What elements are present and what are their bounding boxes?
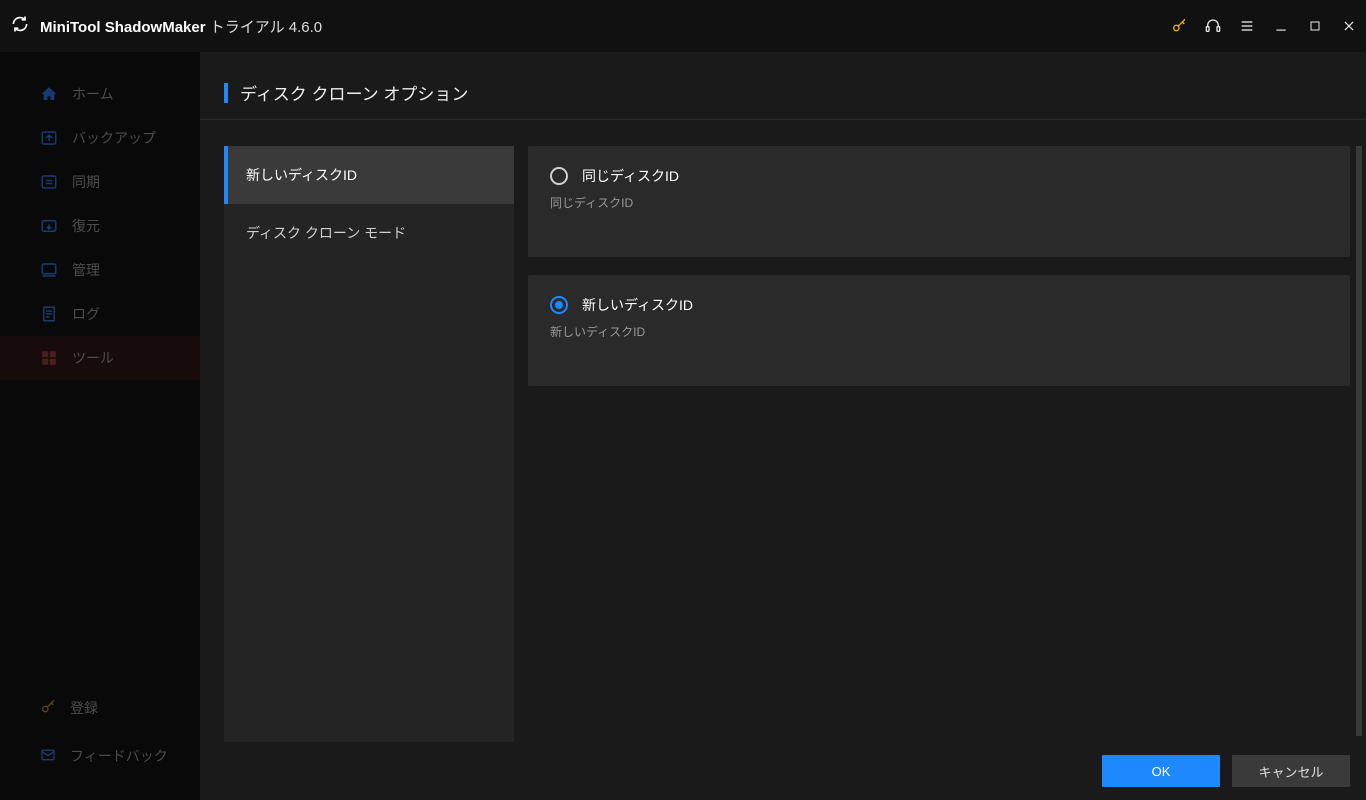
menu-button[interactable]: [1230, 0, 1264, 52]
app-edition: トライアル: [210, 19, 285, 36]
mail-icon: [40, 747, 56, 766]
sidebar-nav: ホーム バックアップ 同期 復元 管理: [0, 72, 200, 380]
sidebar-item-label: 復元: [72, 216, 100, 236]
support-button[interactable]: [1196, 0, 1230, 52]
log-icon: [40, 305, 58, 323]
sidebar-item-label: ホーム: [72, 84, 114, 104]
cancel-button-label: キャンセル: [1258, 762, 1323, 781]
option-desc: 新しいディスクID: [550, 323, 1328, 340]
sidebar-item-sync[interactable]: 同期: [0, 160, 200, 204]
dialog-disk-clone-options: ディスク クローン オプション 新しいディスクID ディスク クローン モード …: [200, 52, 1366, 800]
ok-button[interactable]: OK: [1102, 755, 1220, 787]
category-label: 新しいディスクID: [246, 165, 357, 185]
maximize-button[interactable]: [1298, 0, 1332, 52]
manage-icon: [40, 261, 58, 279]
restore-icon: [40, 217, 58, 235]
titlebar-left: MiniTool ShadowMaker トライアル 4.6.0: [10, 14, 322, 39]
sidebar-item-manage[interactable]: 管理: [0, 248, 200, 292]
dialog-header: ディスク クローン オプション: [200, 52, 1366, 120]
backup-icon: [40, 129, 58, 147]
sidebar-item-log[interactable]: ログ: [0, 292, 200, 336]
dialog-body: 新しいディスクID ディスク クローン モード 同じディスクID 同じディスクI…: [200, 120, 1366, 742]
category-label: ディスク クローン モード: [246, 223, 406, 243]
sidebar-bottom: 登録 フィードバック: [0, 684, 200, 800]
sidebar-register[interactable]: 登録: [0, 684, 200, 732]
key-icon: [40, 699, 56, 718]
option-desc: 同じディスクID: [550, 194, 1328, 211]
sidebar-item-backup[interactable]: バックアップ: [0, 116, 200, 160]
license-key-button[interactable]: [1162, 0, 1196, 52]
minimize-button[interactable]: [1264, 0, 1298, 52]
sidebar-item-label: バックアップ: [72, 128, 156, 148]
radio-unselected-icon[interactable]: [550, 167, 568, 185]
ok-button-label: OK: [1152, 764, 1171, 779]
option-same-disk-id[interactable]: 同じディスクID 同じディスクID: [528, 146, 1350, 257]
radio-selected-icon[interactable]: [550, 296, 568, 314]
category-list: 新しいディスクID ディスク クローン モード: [224, 146, 514, 742]
sidebar-item-restore[interactable]: 復元: [0, 204, 200, 248]
sidebar-item-label: ログ: [72, 304, 100, 324]
app-logo-icon: [10, 14, 30, 39]
app-version: 4.6.0: [289, 19, 322, 36]
sidebar-feedback[interactable]: フィードバック: [0, 732, 200, 780]
titlebar-right: [1162, 0, 1366, 52]
sidebar-feedback-label: フィードバック: [70, 746, 168, 766]
sidebar-item-label: 管理: [72, 260, 100, 280]
dialog-footer: OK キャンセル: [200, 742, 1366, 800]
tools-icon: [40, 349, 58, 367]
sidebar-item-label: 同期: [72, 172, 100, 192]
option-new-disk-id[interactable]: 新しいディスクID 新しいディスクID: [528, 275, 1350, 386]
header-accent-bar: [224, 83, 228, 103]
scrollbar-rail[interactable]: [1356, 146, 1362, 736]
app-name: MiniTool ShadowMaker: [40, 19, 206, 36]
sidebar-register-label: 登録: [70, 698, 98, 718]
close-button[interactable]: [1332, 0, 1366, 52]
option-title: 同じディスクID: [582, 166, 679, 186]
sidebar: ホーム バックアップ 同期 復元 管理: [0, 52, 200, 800]
sidebar-item-tools[interactable]: ツール: [0, 336, 200, 380]
category-new-disk-id[interactable]: 新しいディスクID: [224, 146, 514, 204]
sidebar-item-home[interactable]: ホーム: [0, 72, 200, 116]
sync-icon: [40, 173, 58, 191]
sidebar-item-label: ツール: [72, 348, 114, 368]
home-icon: [40, 85, 58, 103]
category-disk-clone-mode[interactable]: ディスク クローン モード: [224, 204, 514, 262]
option-title: 新しいディスクID: [582, 295, 693, 315]
cancel-button[interactable]: キャンセル: [1232, 755, 1350, 787]
options-column: 同じディスクID 同じディスクID 新しいディスクID 新しいディスクID: [528, 146, 1350, 742]
titlebar: MiniTool ShadowMaker トライアル 4.6.0: [0, 0, 1366, 52]
app-title: MiniTool ShadowMaker トライアル 4.6.0: [40, 16, 322, 37]
dialog-title: ディスク クローン オプション: [240, 80, 468, 105]
